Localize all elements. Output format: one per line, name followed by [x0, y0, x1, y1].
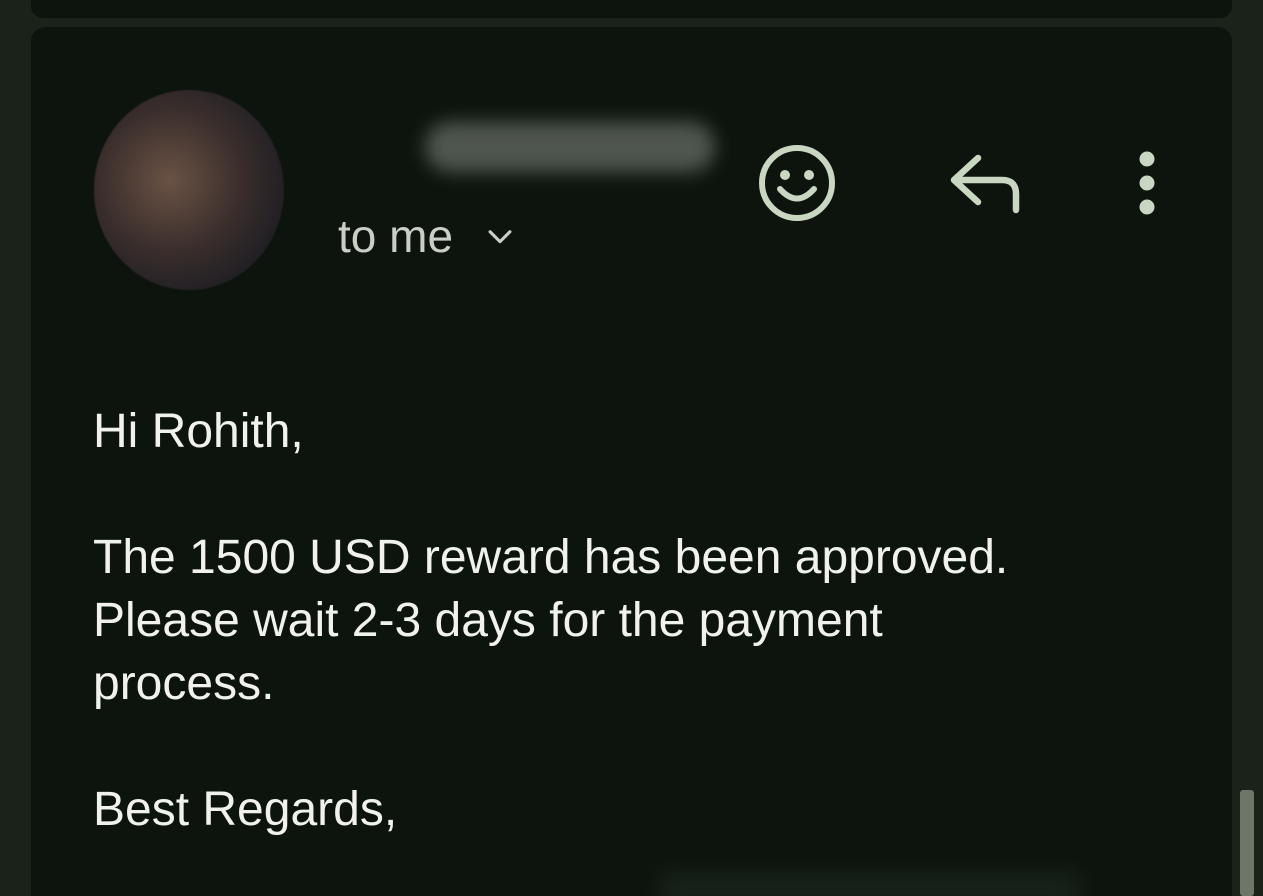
body-line: The 1500 USD reward has been approved. — [93, 531, 1009, 584]
scrollbar-thumb[interactable] — [1240, 790, 1254, 896]
more-vertical-icon — [1139, 151, 1155, 215]
sender-name-redacted — [425, 122, 715, 172]
more-options-button[interactable] — [1126, 145, 1168, 221]
email-viewer: to me Hi Rohith, The 1500 USD reward has… — [0, 0, 1263, 896]
body-line: Please wait 2-3 days for the payment — [93, 594, 883, 647]
greeting: Hi Rohith, — [93, 405, 304, 458]
recipient-text: to me — [338, 210, 454, 262]
reply-button[interactable] — [946, 150, 1026, 216]
recipient-toggle[interactable]: to me — [338, 205, 517, 267]
sender-avatar[interactable] — [94, 90, 284, 290]
previous-message-card[interactable] — [31, 0, 1232, 18]
add-reaction-button[interactable] — [756, 142, 838, 224]
chevron-down-icon — [488, 230, 512, 244]
signature-redacted — [660, 872, 1080, 896]
body-line: process. — [93, 657, 275, 710]
message-body: Hi Rohith, The 1500 USD reward has been … — [93, 400, 1193, 841]
closing: Best Regards, — [93, 783, 398, 836]
smiley-face-icon — [759, 145, 835, 221]
reply-arrow-icon — [950, 154, 1020, 214]
